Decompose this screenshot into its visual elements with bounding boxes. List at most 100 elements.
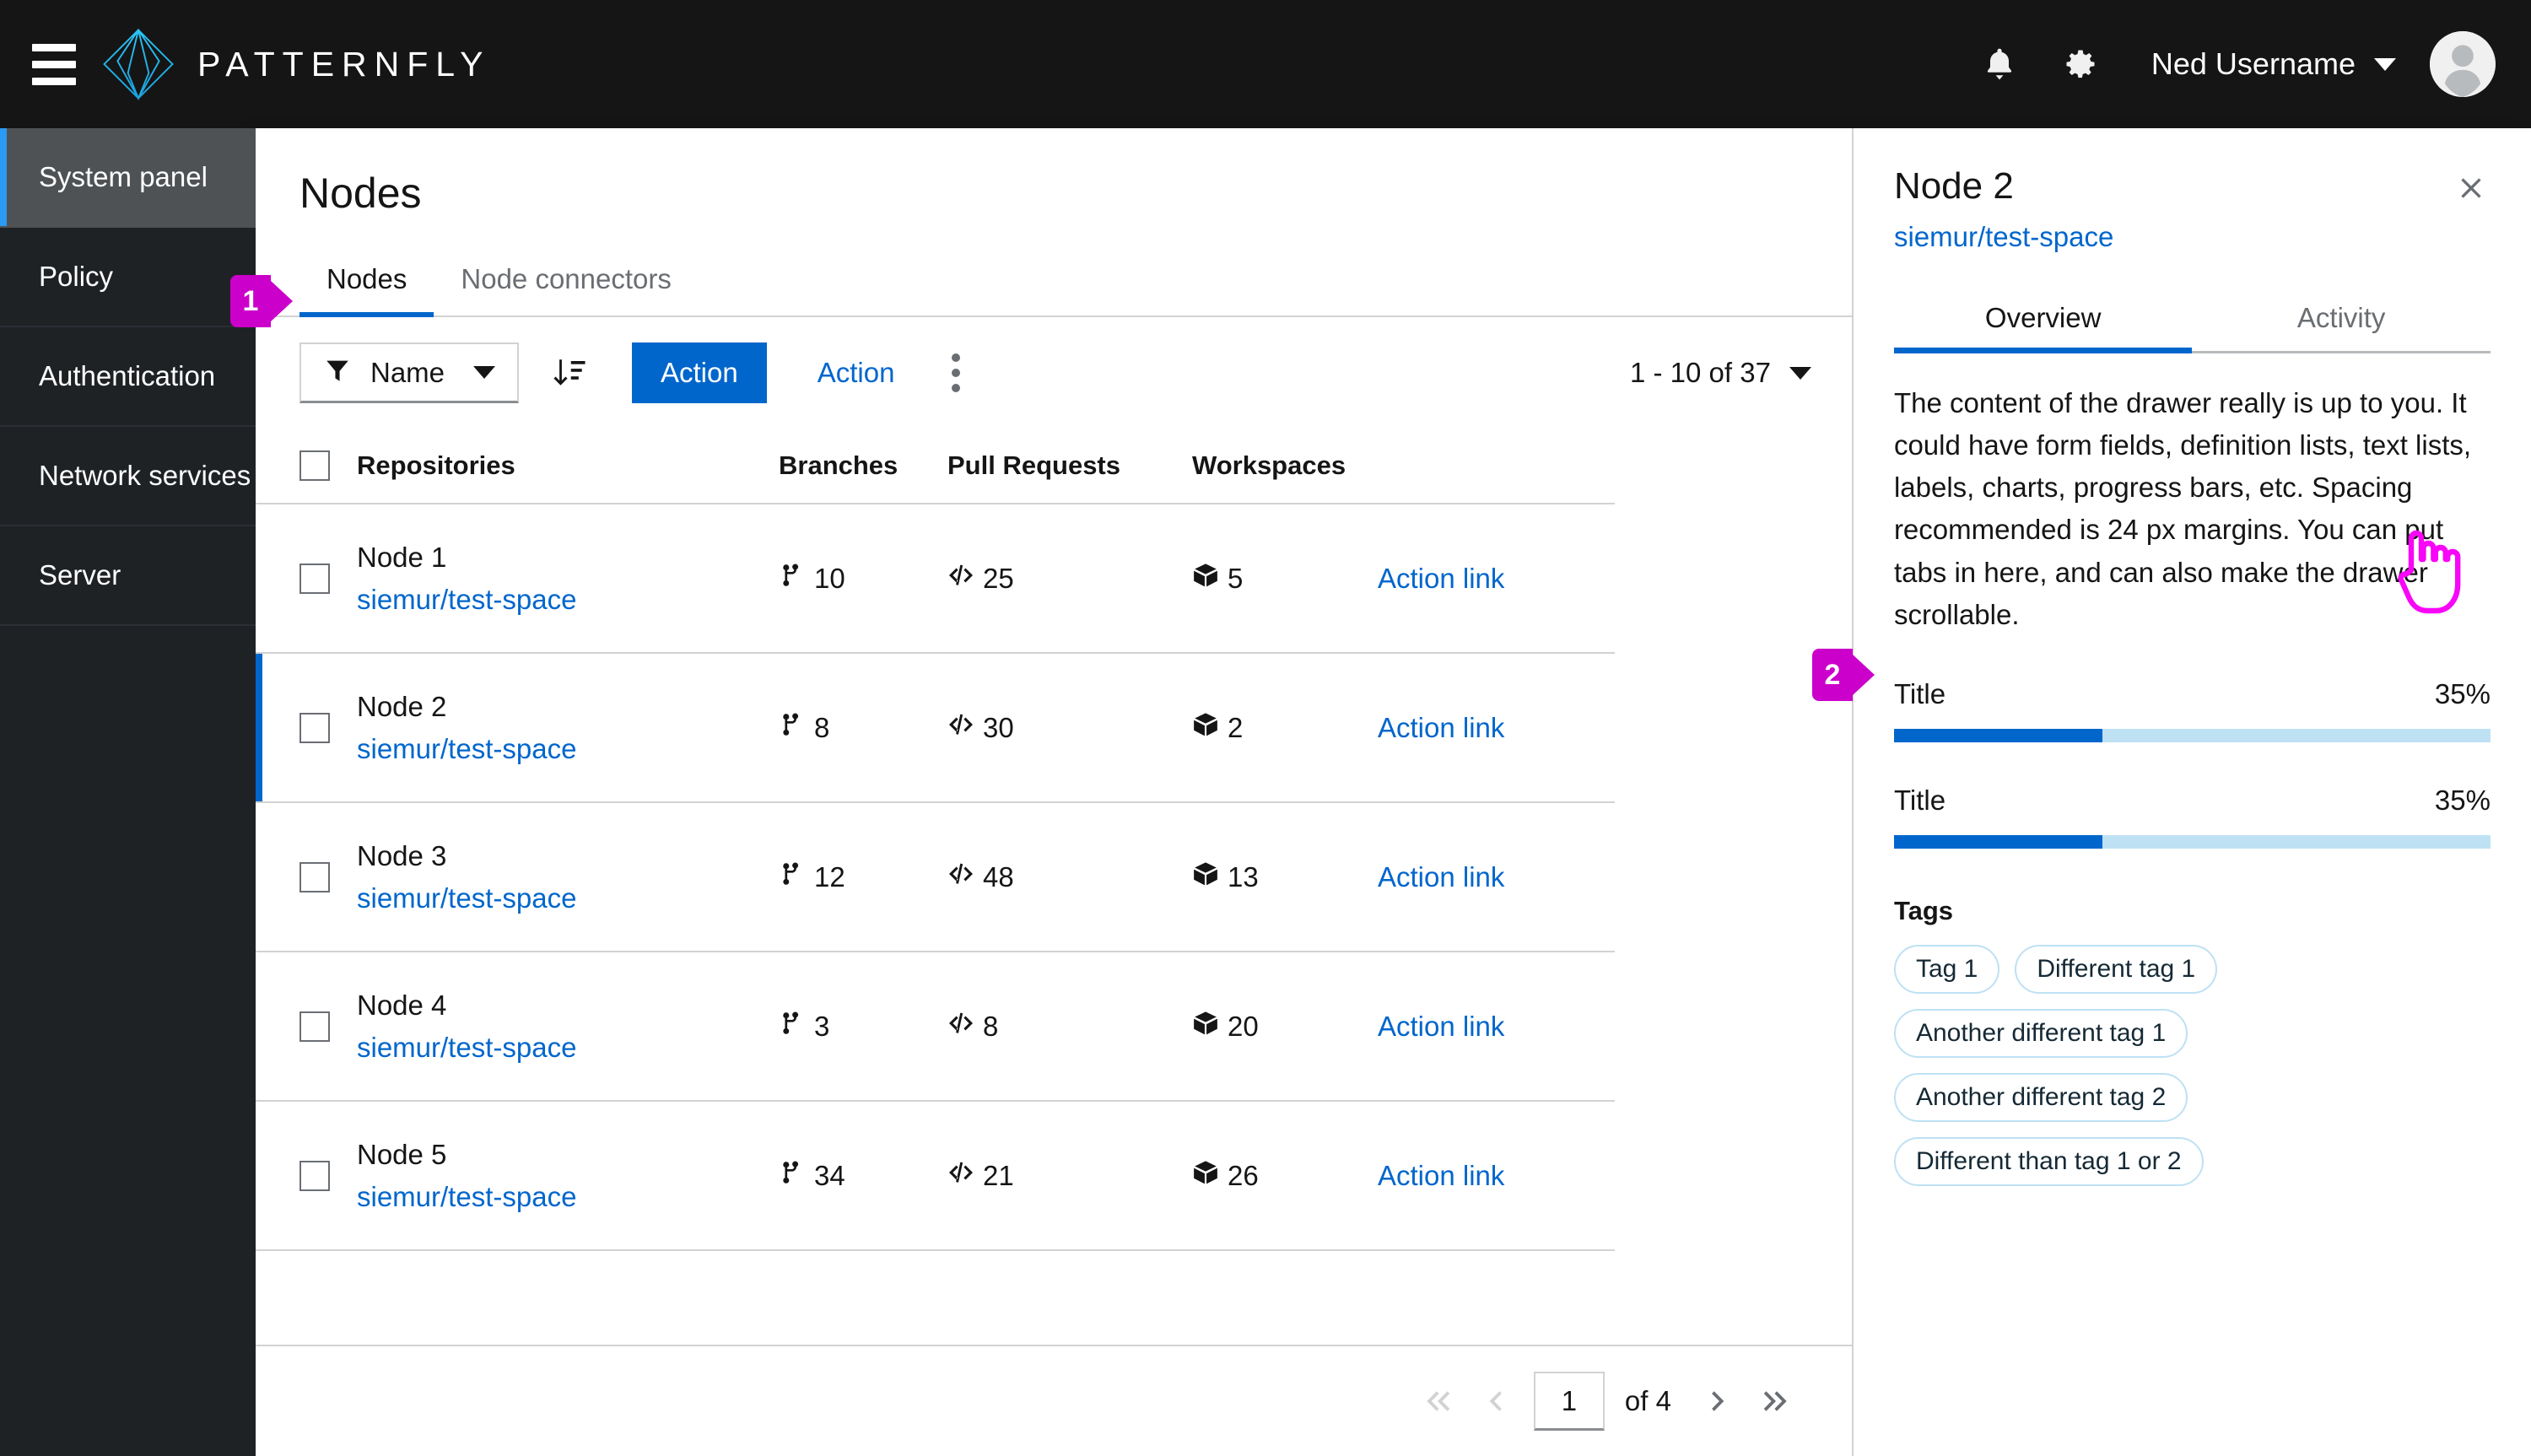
repo-link[interactable]: siemur/test-space <box>357 728 779 770</box>
sidebar-item-authentication[interactable]: Authentication <box>0 327 256 427</box>
main-content: Nodes Nodes Node connectors Name Action … <box>256 128 2531 1456</box>
drawer-tab-label: Overview <box>1984 302 2102 333</box>
cell-action: Action link <box>1378 802 1615 952</box>
settings-gear-icon[interactable] <box>2040 24 2121 105</box>
drawer-body: The content of the drawer really is up t… <box>1854 353 2531 1186</box>
page-number-input[interactable] <box>1533 1372 1605 1431</box>
table-toolbar: Name Action Action 1 - 10 of 37 <box>256 317 1852 429</box>
cell-pull-requests: 25 <box>947 504 1192 654</box>
sidebar-item-server[interactable]: Server <box>0 526 256 626</box>
sidebar-item-label: Network services <box>39 460 251 491</box>
primary-action-button[interactable]: Action <box>632 342 767 403</box>
tab-label: Node connectors <box>461 263 672 294</box>
pagination-summary-dropdown[interactable]: 1 - 10 of 37 <box>1630 357 1811 389</box>
sidebar-item-network-services[interactable]: Network services <box>0 427 256 526</box>
repo-link[interactable]: siemur/test-space <box>357 877 779 919</box>
table-row[interactable]: Node 3 siemur/test-space 12 48 13 Action… <box>256 802 1852 952</box>
cell-pull-requests: 30 <box>947 653 1192 803</box>
repo-link[interactable]: siemur/test-space <box>357 1176 779 1218</box>
code-icon <box>947 860 974 894</box>
row-action-link[interactable]: Action link <box>1378 1160 1504 1191</box>
row-action-link[interactable]: Action link <box>1378 861 1504 892</box>
progress-value: 35% <box>2434 677 2491 709</box>
tab-node-connectors[interactable]: Node connectors <box>434 241 698 315</box>
tag-chip[interactable]: Another different tag 2 <box>1893 1072 2188 1122</box>
node-name: Node 4 <box>357 990 447 1021</box>
drawer-header: Node 2 siemur/test-space Overview Activi… <box>1854 128 2531 353</box>
progress-bar <box>1893 728 2491 742</box>
hamburger-menu-icon[interactable] <box>32 39 83 89</box>
drawer-tab-label: Activity <box>2296 302 2386 333</box>
tab-label: Nodes <box>326 263 407 294</box>
workspaces-count: 26 <box>1228 1159 1259 1191</box>
row-checkbox[interactable] <box>300 712 330 743</box>
table-row[interactable]: Node 1 siemur/test-space 10 25 5 Action … <box>256 504 1852 654</box>
previous-page-icon[interactable] <box>1466 1372 1524 1430</box>
drawer-subtitle-link[interactable]: siemur/test-space <box>1894 221 2113 253</box>
filter-dropdown[interactable]: Name <box>300 342 519 403</box>
kebab-vertical-icon[interactable] <box>928 342 984 403</box>
cell-repository: Node 3 siemur/test-space <box>357 802 779 952</box>
avatar[interactable] <box>2430 31 2496 97</box>
cell-action: Action link <box>1378 504 1615 654</box>
secondary-action-link[interactable]: Action <box>796 357 917 389</box>
table-row[interactable]: Node 2 siemur/test-space 8 30 2 Action l… <box>256 653 1852 803</box>
page-body: System panel Policy Authentication Netwo… <box>0 128 2531 1456</box>
table-row[interactable]: Node 4 siemur/test-space 3 8 20 Action l… <box>256 952 1852 1102</box>
row-action-link[interactable]: Action link <box>1378 563 1504 594</box>
repo-link[interactable]: siemur/test-space <box>357 1027 779 1069</box>
row-checkbox[interactable] <box>300 1011 330 1042</box>
row-action-link[interactable]: Action link <box>1378 1011 1504 1042</box>
node-name: Node 2 <box>357 691 447 722</box>
user-menu[interactable]: Ned Username <box>2121 46 2418 82</box>
next-page-icon[interactable] <box>1690 1372 1747 1430</box>
tab-nodes[interactable]: Nodes <box>300 241 434 317</box>
drawer-tab-overview[interactable]: Overview <box>1893 287 2193 353</box>
cube-icon <box>1192 860 1219 894</box>
progress-label: Title <box>1893 784 1946 816</box>
cell-workspaces: 20 <box>1192 952 1378 1102</box>
tag-chip[interactable]: Different tag 1 <box>2015 944 2218 994</box>
cell-workspaces: 2 <box>1192 653 1378 803</box>
sidebar-item-system-panel[interactable]: System panel <box>0 128 256 228</box>
row-checkbox[interactable] <box>300 861 330 892</box>
column-header-pull-requests: Pull Requests <box>947 429 1192 504</box>
nodes-panel: Nodes Nodes Node connectors Name Action … <box>256 128 1852 1456</box>
brand[interactable]: PATTERNFLY <box>101 27 490 101</box>
page-total-label: of 4 <box>1624 1385 1671 1416</box>
row-action-link[interactable]: Action link <box>1378 712 1504 743</box>
close-icon[interactable] <box>2445 162 2497 214</box>
first-page-icon[interactable] <box>1409 1372 1466 1430</box>
cell-workspaces: 13 <box>1192 802 1378 952</box>
row-select-cell <box>256 653 357 803</box>
row-select-cell <box>256 802 357 952</box>
page-tabs: Nodes Node connectors <box>256 241 1852 317</box>
cell-branches: 10 <box>779 504 947 654</box>
node-name: Node 5 <box>357 1139 447 1170</box>
row-checkbox[interactable] <box>300 563 330 594</box>
drawer-tab-activity[interactable]: Activity <box>2192 287 2491 351</box>
cell-repository: Node 4 siemur/test-space <box>357 952 779 1102</box>
pull-requests-count: 30 <box>983 711 1014 743</box>
repo-link[interactable]: siemur/test-space <box>357 579 779 621</box>
tag-chip[interactable]: Another different tag 1 <box>1893 1008 2188 1058</box>
callout-marker-1: 1 <box>230 275 293 327</box>
row-checkbox[interactable] <box>300 1160 330 1191</box>
cell-action: Action link <box>1378 952 1615 1102</box>
table-header-row: Repositories Branches Pull Requests Work… <box>256 429 1852 504</box>
select-all-checkbox[interactable] <box>300 450 330 481</box>
cell-repository: Node 5 siemur/test-space <box>357 1101 779 1251</box>
progress-header: Title 35% <box>1894 678 2491 710</box>
tag-chip[interactable]: Tag 1 <box>1893 944 2000 994</box>
table-pagination: of 4 <box>256 1345 1852 1456</box>
branches-count: 10 <box>814 562 845 594</box>
sort-amount-down-icon[interactable] <box>539 342 600 403</box>
tag-chip[interactable]: Different than tag 1 or 2 <box>1893 1136 2204 1186</box>
sidebar-item-policy[interactable]: Policy <box>0 228 256 327</box>
notifications-bell-icon[interactable] <box>1959 24 2040 105</box>
node-name: Node 3 <box>357 840 447 871</box>
last-page-icon[interactable] <box>1747 1372 1805 1430</box>
table-head: Repositories Branches Pull Requests Work… <box>256 429 1852 504</box>
table-row[interactable]: Node 5 siemur/test-space 34 21 26 Action… <box>256 1101 1852 1251</box>
column-header-workspaces: Workspaces <box>1192 429 1378 504</box>
